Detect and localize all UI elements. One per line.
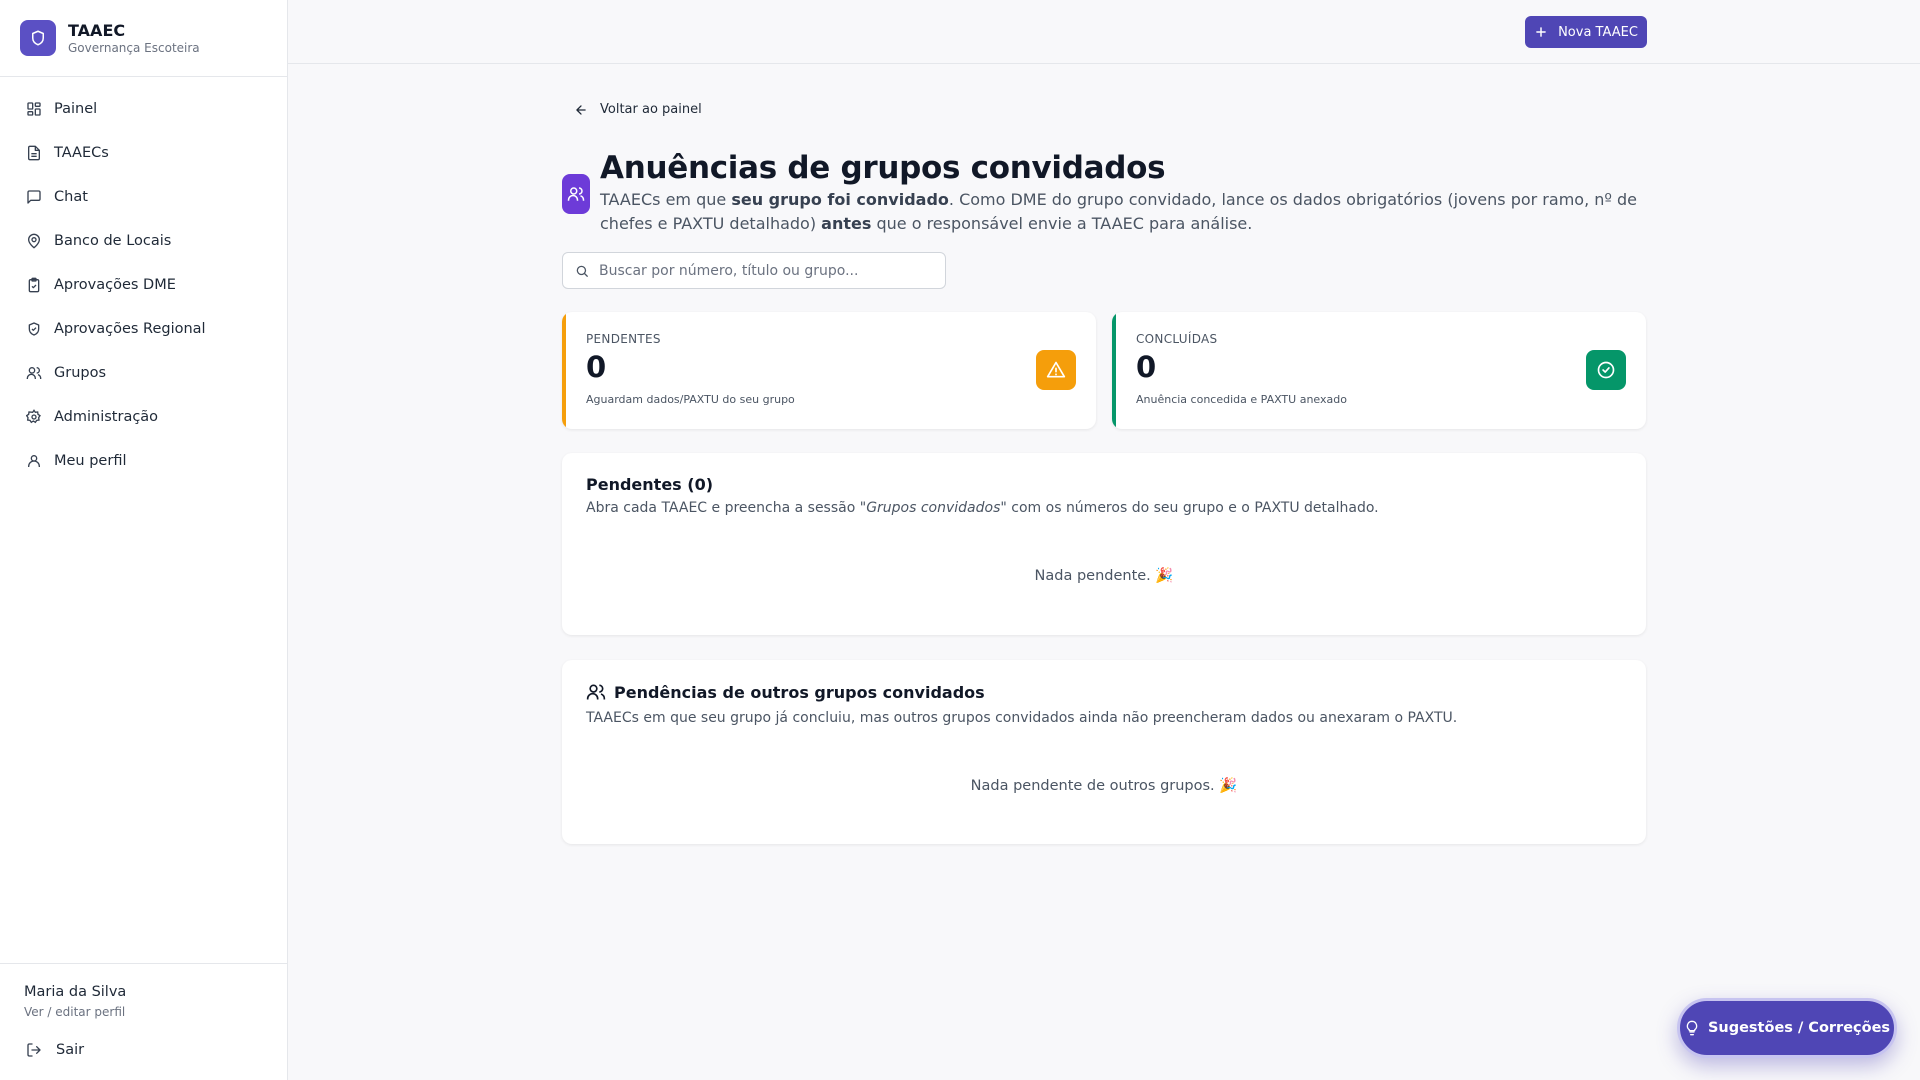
brand[interactable]: TAAEC Governança Escoteira [0, 0, 287, 77]
app-subtitle: Governança Escoteira [68, 40, 200, 55]
sidebar-item-meu-perfil[interactable]: Meu perfil [0, 439, 287, 483]
edit-profile-link[interactable]: Ver / editar perfil [24, 1005, 125, 1019]
pending-note: Aguardam dados/PAXTU do seu grupo [586, 393, 795, 406]
lightbulb-icon [1684, 1020, 1700, 1036]
search-box[interactable] [562, 252, 946, 289]
document-icon [26, 145, 42, 161]
sidebar-item-chat[interactable]: Chat [0, 175, 287, 219]
chat-icon [26, 189, 42, 205]
pending-section-description: Abra cada TAAEC e preencha a sessão "Gru… [586, 500, 1379, 516]
user-icon [26, 453, 42, 469]
page-description: TAAECs em que seu grupo foi convidado. C… [600, 190, 1637, 233]
other-groups-title: Pendências de outros grupos convidados [614, 683, 985, 702]
top-bar: Nova TAAEC [288, 0, 1920, 64]
search-icon [575, 264, 589, 278]
sidebar-item-label: Painel [54, 101, 98, 117]
shield-check-icon [26, 321, 42, 337]
sidebar-item-aprovacoes-dme[interactable]: Aprovações DME [0, 263, 287, 307]
sidebar-item-grupos[interactable]: Grupos [0, 351, 287, 395]
pending-empty-message: Nada pendente. 🎉 [1034, 568, 1174, 584]
pending-stat-card: PENDENTES 0 Aguardam dados/PAXTU do seu … [562, 312, 1096, 429]
clipboard-check-icon [26, 277, 42, 293]
pending-section-title: Pendentes (0) [586, 475, 714, 494]
new-taaec-label: Nova TAAEC [1558, 24, 1638, 40]
logout-label: Sair [56, 1042, 85, 1058]
done-count: 0 [1136, 350, 1157, 384]
sidebar-item-label: Banco de Locais [54, 233, 172, 249]
logout-button[interactable]: Sair [26, 1042, 84, 1058]
sidebar-item-administracao[interactable]: Administração [0, 395, 287, 439]
warning-icon [1036, 350, 1076, 390]
map-pin-icon [26, 233, 42, 249]
sidebar-item-aprovacoes-regional[interactable]: Aprovações Regional [0, 307, 287, 351]
suggestions-label: Sugestões / Correções [1707, 1020, 1891, 1036]
sidebar-item-label: Aprovações DME [54, 277, 176, 293]
new-taaec-button[interactable]: Nova TAAEC [1525, 16, 1647, 48]
sidebar-footer: Maria da Silva Ver / editar perfil Sair [0, 963, 287, 1080]
done-stat-card: CONCLUÍDAS 0 Anuência concedida e PAXTU … [1112, 312, 1646, 429]
users-section-icon [586, 682, 606, 702]
done-accent-bar [1112, 312, 1116, 429]
sidebar-item-banco-de-locais[interactable]: Banco de Locais [0, 219, 287, 263]
sidebar-item-label: Meu perfil [54, 453, 127, 469]
sidebar-item-painel[interactable]: Painel [0, 87, 287, 131]
app-title: TAAEC [68, 20, 126, 40]
page-title: Anuências de grupos convidados [600, 150, 1166, 186]
pending-section: Pendentes (0) Abra cada TAAEC e preencha… [562, 453, 1646, 635]
pending-count: 0 [586, 350, 607, 384]
sidebar-item-label: Administração [54, 409, 159, 425]
check-circle-icon [1586, 350, 1626, 390]
gear-icon [26, 409, 42, 425]
sidebar-item-label: TAAECs [54, 145, 109, 161]
done-note: Anuência concedida e PAXTU anexado [1136, 393, 1347, 406]
sidebar-item-label: Chat [54, 189, 88, 205]
plus-icon [1534, 25, 1548, 39]
sidebar-nav: Painel TAAECs Chat Banco de Locais Aprov… [0, 77, 287, 483]
arrow-left-icon [574, 103, 588, 117]
logout-icon [26, 1042, 42, 1058]
pending-accent-bar [562, 312, 566, 429]
suggestions-button[interactable]: Sugestões / Correções [1677, 998, 1897, 1058]
other-groups-empty-message: Nada pendente de outros grupos. 🎉 [970, 778, 1238, 794]
sidebar-item-label: Aprovações Regional [54, 321, 206, 337]
sidebar-item-taaecs[interactable]: TAAECs [0, 131, 287, 175]
back-label: Voltar ao painel [600, 102, 702, 117]
sidebar-item-label: Grupos [54, 365, 107, 381]
other-groups-description: TAAECs em que seu grupo já concluiu, mas… [586, 710, 1458, 726]
other-groups-section: Pendências de outros grupos convidados T… [562, 660, 1646, 844]
search-input[interactable] [599, 262, 919, 279]
sidebar: TAAEC Governança Escoteira Painel TAAECs… [0, 0, 288, 1080]
grid-icon [26, 101, 42, 117]
done-caption: CONCLUÍDAS [1136, 332, 1218, 346]
shield-logo-icon [20, 20, 56, 56]
pending-caption: PENDENTES [586, 332, 661, 346]
back-to-dashboard-link[interactable]: Voltar ao painel [574, 102, 702, 117]
users-title-icon [562, 174, 590, 214]
user-name[interactable]: Maria da Silva [24, 984, 126, 1000]
users-icon [26, 365, 42, 381]
